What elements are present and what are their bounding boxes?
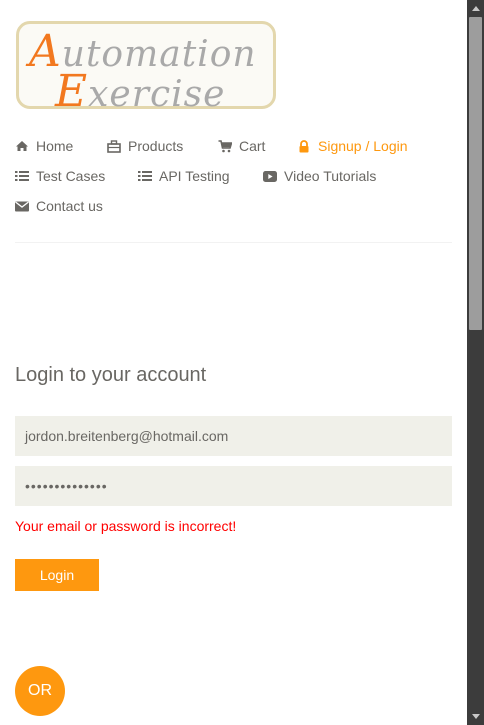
- scroll-down-arrow-icon[interactable]: [467, 708, 484, 725]
- login-button[interactable]: Login: [15, 559, 99, 591]
- nav-products-label: Products: [128, 138, 184, 154]
- nav-products[interactable]: Products: [107, 138, 183, 154]
- nav-test-cases-label: Test Cases: [36, 168, 106, 184]
- nav-signup-login-label: Signup / Login: [318, 138, 408, 154]
- nav-home-label: Home: [36, 138, 74, 154]
- nav-home[interactable]: Home: [15, 138, 73, 154]
- login-error-message: Your email or password is incorrect!: [15, 518, 237, 534]
- site-logo[interactable]: Automation Exercise: [16, 21, 276, 117]
- scroll-up-arrow-icon[interactable]: [467, 0, 484, 17]
- logo-line-2: Exercise: [55, 66, 226, 117]
- nav-cart[interactable]: Cart: [218, 138, 265, 154]
- scrollbar-thumb[interactable]: [469, 17, 482, 330]
- cart-icon: [218, 139, 232, 153]
- vertical-scrollbar[interactable]: [467, 0, 484, 725]
- briefcase-icon: [107, 139, 121, 153]
- lock-icon: [297, 139, 311, 153]
- page: Automation Exercise Home Products Cart S…: [0, 0, 467, 725]
- nav-test-cases[interactable]: Test Cases: [15, 168, 105, 184]
- nav-contact-us-label: Contact us: [36, 198, 103, 214]
- nav-signup-login[interactable]: Signup / Login: [297, 138, 408, 154]
- nav-cart-label: Cart: [239, 138, 266, 154]
- password-field[interactable]: ••••••••••••••: [15, 466, 452, 506]
- or-divider-badge: OR: [15, 666, 65, 716]
- nav-video-tutorials[interactable]: Video Tutorials: [263, 168, 376, 184]
- login-form-title: Login to your account: [15, 364, 207, 386]
- email-field[interactable]: jordon.breitenberg@hotmail.com: [15, 416, 452, 456]
- nav-api-testing-label: API Testing: [159, 168, 230, 184]
- nav-api-testing[interactable]: API Testing: [138, 168, 230, 184]
- list-icon: [138, 169, 152, 183]
- nav-video-tutorials-label: Video Tutorials: [284, 168, 377, 184]
- youtube-play-icon: [263, 169, 277, 183]
- envelope-icon: [15, 199, 29, 213]
- header-divider: [15, 242, 452, 243]
- home-icon: [15, 139, 29, 153]
- nav-contact-us[interactable]: Contact us: [15, 198, 103, 214]
- list-icon: [15, 169, 29, 183]
